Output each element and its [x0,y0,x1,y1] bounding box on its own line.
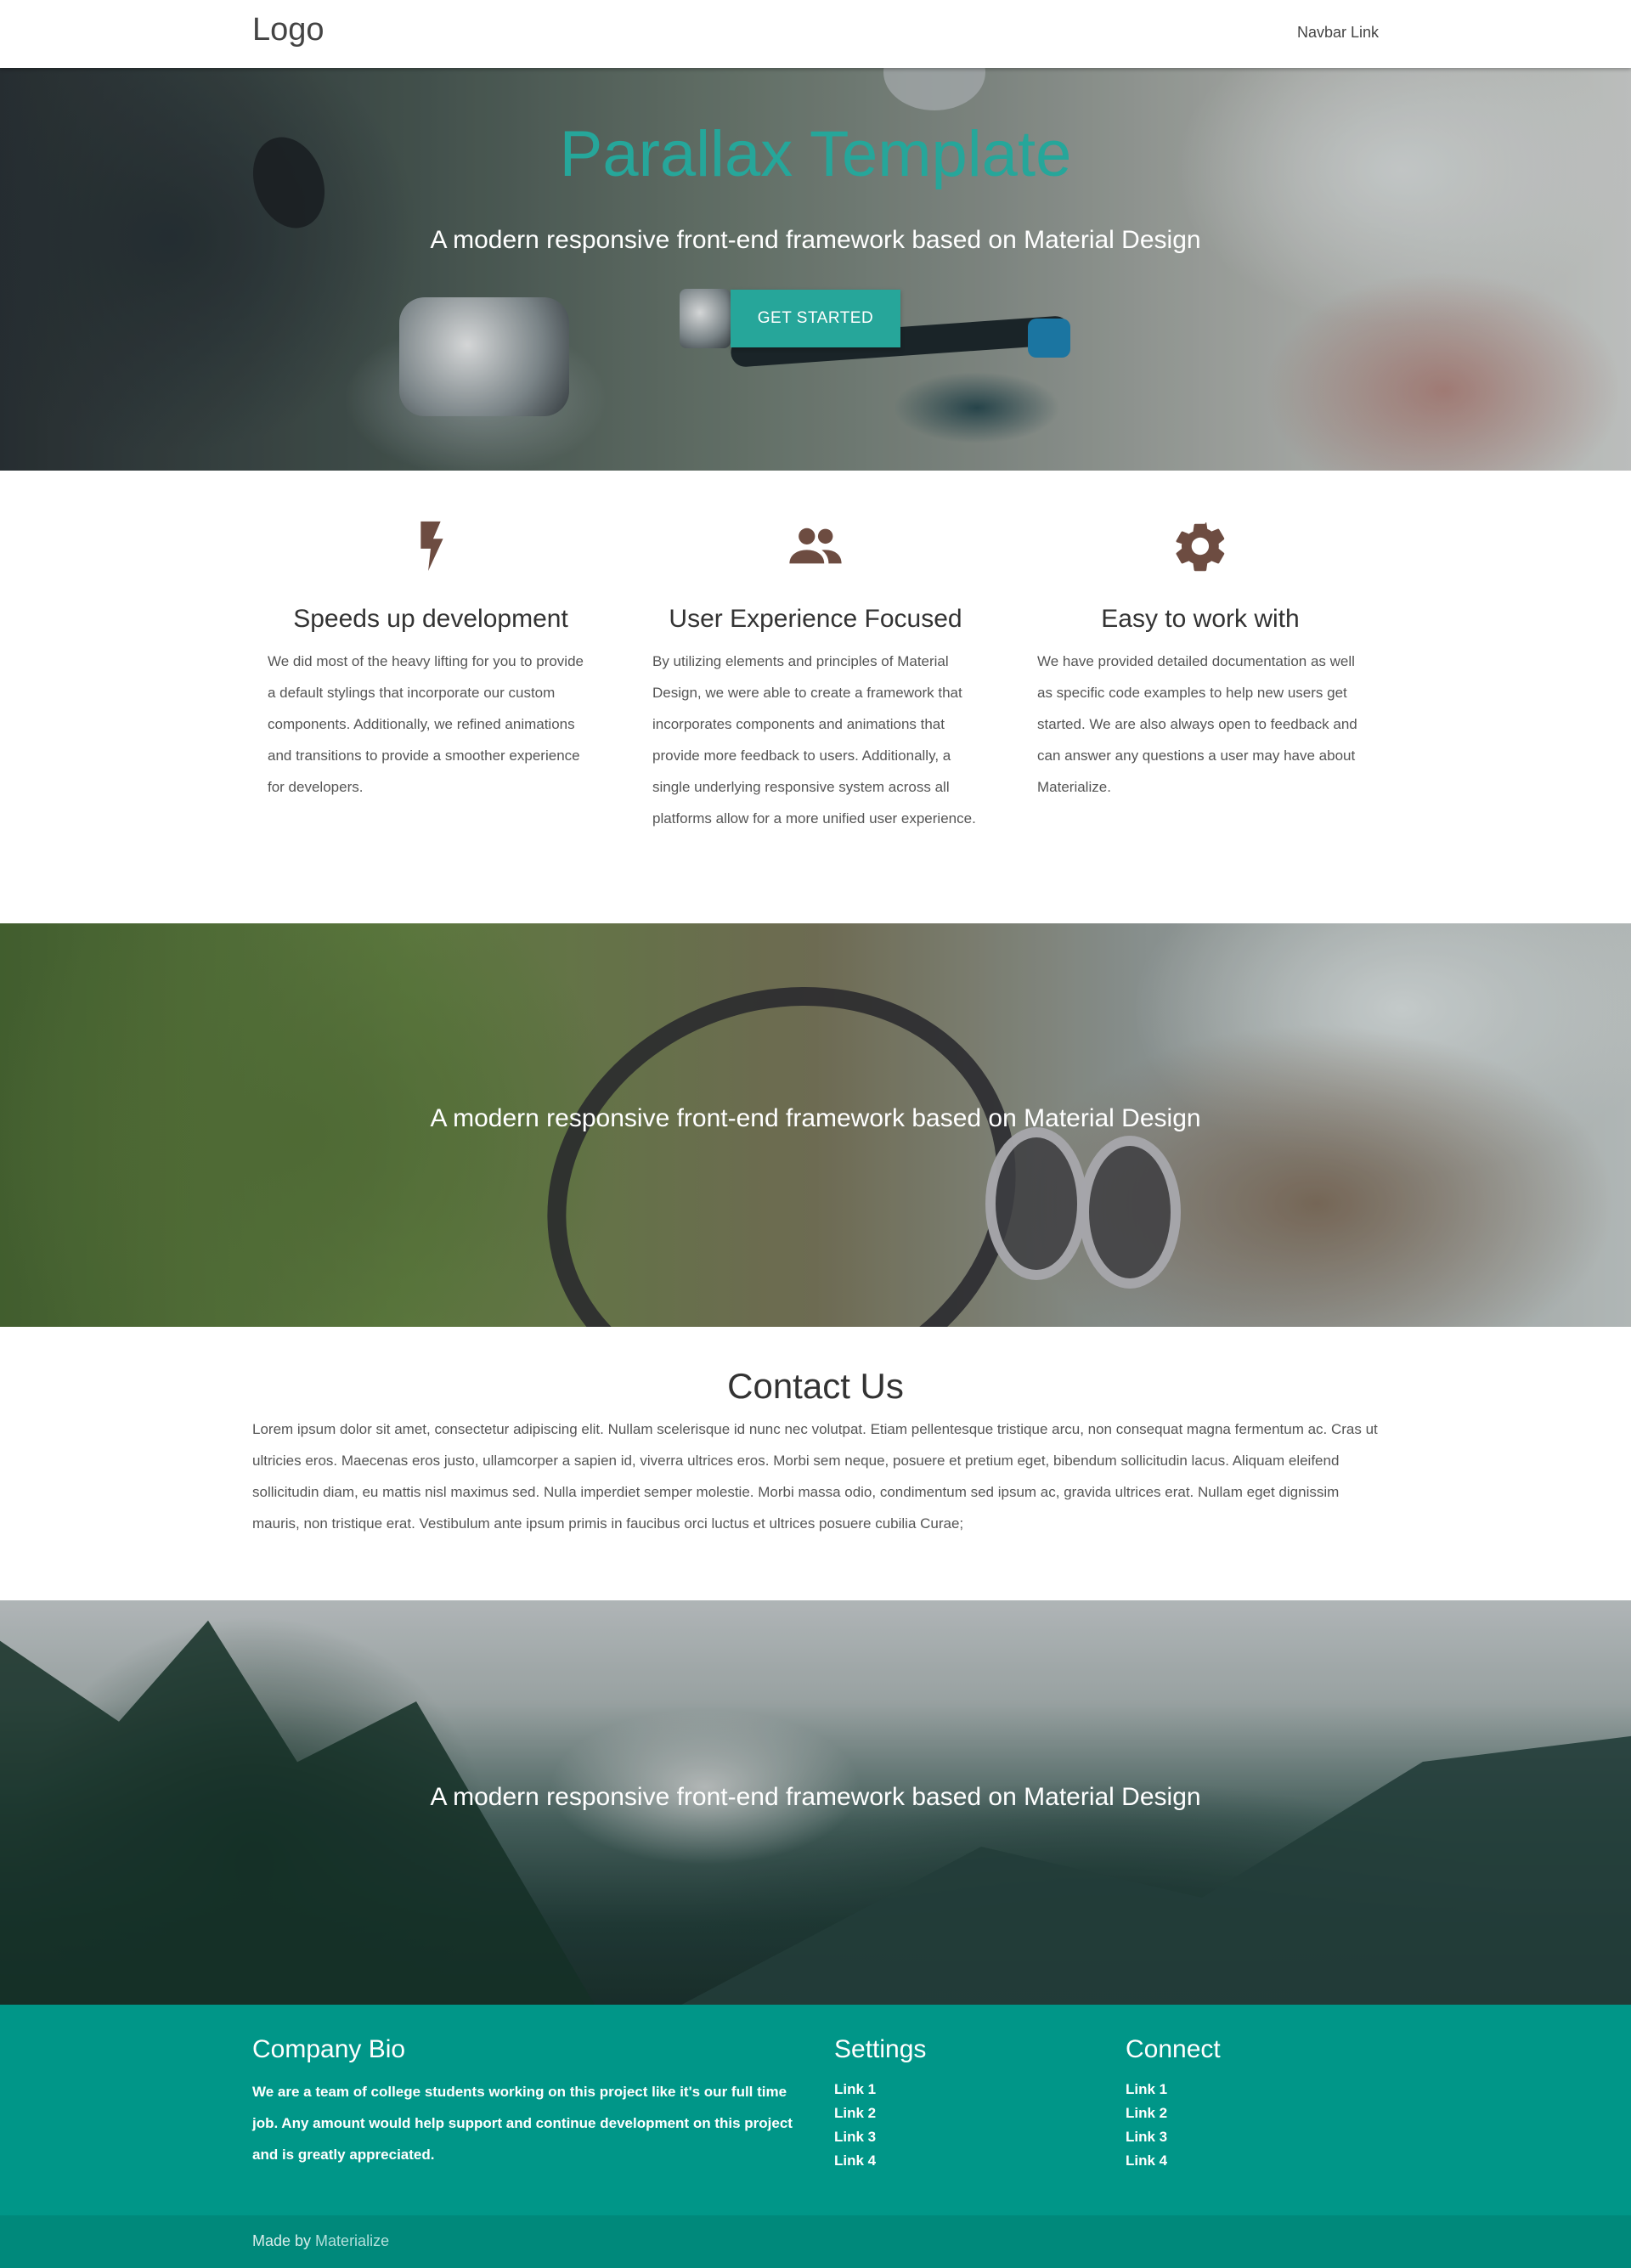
navbar: Logo Navbar Link [0,0,1631,68]
footer-settings-link[interactable]: Link 2 [834,2105,876,2121]
contact-section: Contact Us Lorem ipsum dolor sit amet, c… [0,1327,1631,1600]
feature-title: Speeds up development [293,605,568,633]
footer: Company Bio We are a team of college stu… [0,2005,1631,2268]
footer-connect: Connect Link 1 Link 2 Link 3 Link 4 [1126,2035,1379,2173]
footer-settings-title: Settings [834,2035,927,2063]
footer-connect-link[interactable]: Link 2 [1126,2105,1167,2121]
feature-text: We did most of the heavy lifting for you… [268,653,584,795]
made-by-text: Made by [252,2232,316,2249]
parallax-section-2: A modern responsive front-end framework … [0,923,1631,1327]
section2-caption: A modern responsive front-end framework … [430,1104,1201,1132]
footer-settings-link[interactable]: Link 1 [834,2081,876,2097]
footer-bio-title: Company Bio [252,2035,406,2063]
materialize-link[interactable]: Materialize [315,2232,389,2249]
navbar-link[interactable]: Navbar Link [1297,24,1379,42]
footer-settings-link[interactable]: Link 3 [834,2129,876,2145]
contact-text: Lorem ipsum dolor sit amet, consectetur … [252,1421,1378,1532]
group-icon [789,528,842,564]
contact-title: Contact Us [727,1366,904,1406]
footer-connect-link[interactable]: Link 1 [1126,2081,1167,2097]
hero-subtitle: A modern responsive front-end framework … [430,226,1201,254]
logo[interactable]: Logo [252,12,325,48]
feature-easy: Easy to work with We have provided detai… [1022,471,1379,803]
section3-caption: A modern responsive front-end framework … [430,1783,1201,1811]
bolt-icon [420,521,443,572]
settings-icon [1176,522,1225,572]
feature-ux: User Experience Focused By utilizing ele… [637,471,994,834]
hero-title: Parallax Template [559,118,1072,190]
footer-connect-title: Connect [1126,2035,1221,2063]
feature-title: Easy to work with [1101,605,1300,633]
footer-bio: Company Bio We are a team of college stu… [252,2035,804,2170]
footer-connect-link[interactable]: Link 4 [1126,2152,1167,2169]
feature-text: We have provided detailed documentation … [1037,653,1357,795]
footer-connect-link[interactable]: Link 3 [1126,2129,1167,2145]
parallax-section-3: A modern responsive front-end framework … [0,1600,1631,2005]
feature-title: User Experience Focused [669,605,962,633]
feature-text: By utilizing elements and principles of … [652,653,976,827]
footer-bio-text: We are a team of college students workin… [252,2084,793,2163]
footer-copyright: Made by Materialize [0,2215,1631,2268]
hero-section: Parallax Template A modern responsive fr… [0,68,1631,471]
footer-settings-link[interactable]: Link 4 [834,2152,876,2169]
footer-settings: Settings Link 1 Link 2 Link 3 Link 4 [834,2035,1089,2173]
feature-speed: Speeds up development We did most of the… [252,471,609,803]
get-started-button[interactable]: GET STARTED [731,290,900,347]
features-section: Speeds up development We did most of the… [0,471,1631,923]
